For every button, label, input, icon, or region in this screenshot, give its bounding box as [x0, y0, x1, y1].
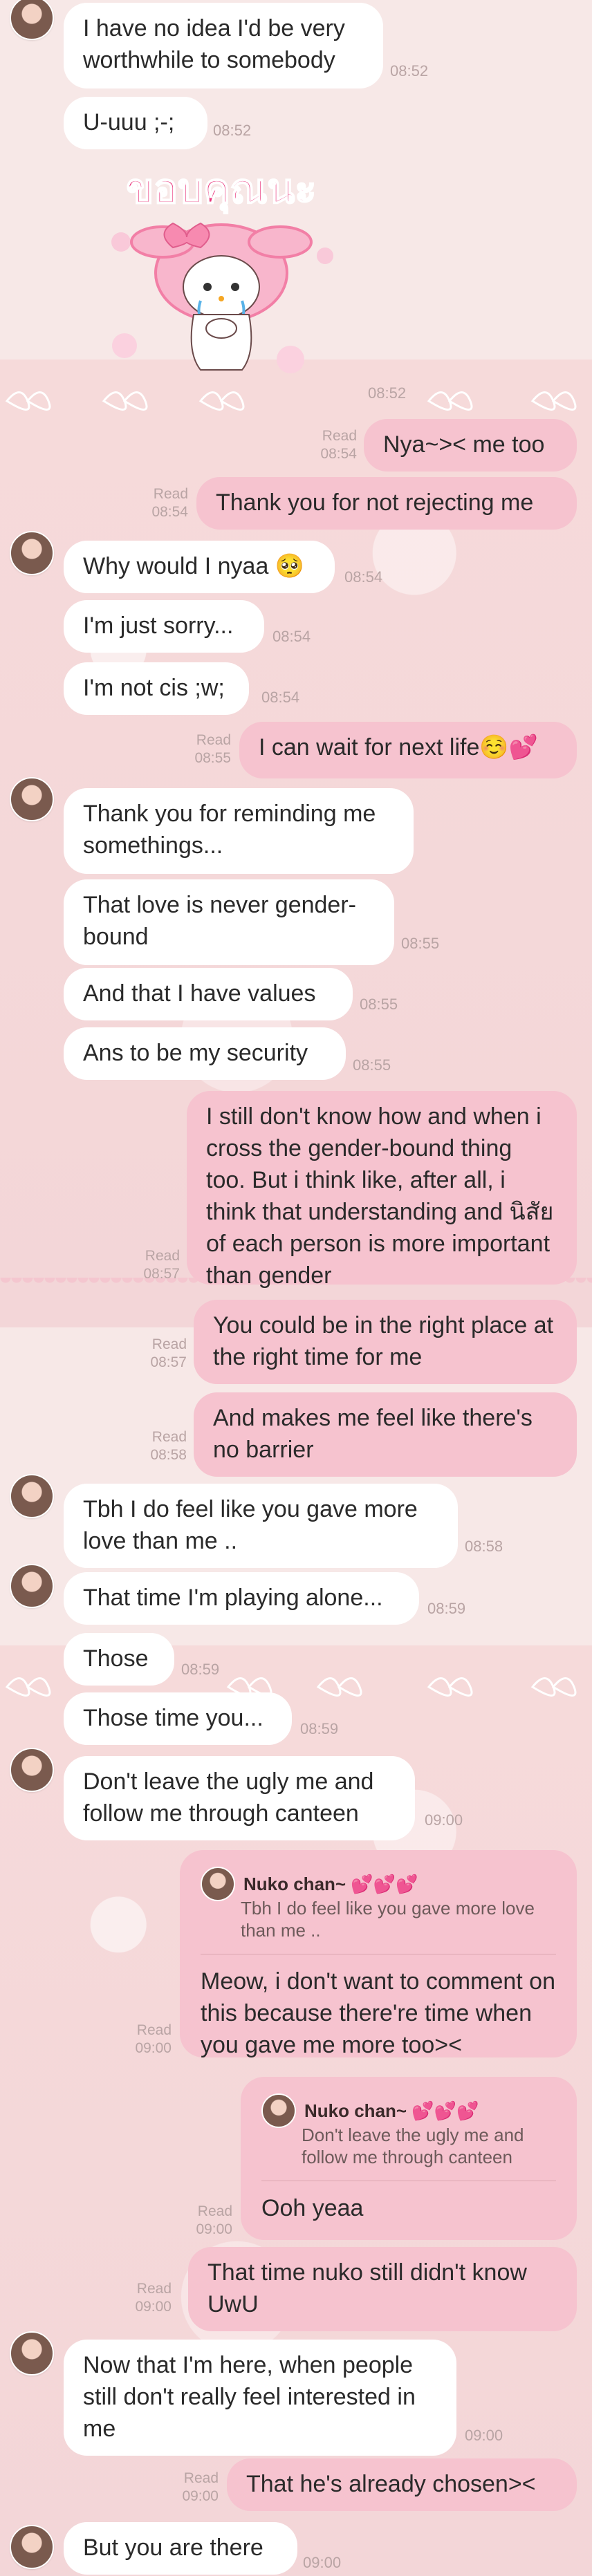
read-receipt: Read 09:00: [196, 2203, 232, 2237]
message-time: 08:59: [427, 1600, 466, 1617]
quoted-text: Don't leave the ugly me and follow me th…: [302, 2125, 524, 2167]
message-time: 08:58: [465, 1538, 503, 1555]
read-receipt: Read 09:00: [135, 2281, 172, 2315]
message-bubble[interactable]: Nya~>< me too: [364, 419, 577, 472]
message-time: 08:54: [261, 689, 300, 706]
message-bubble[interactable]: I still don't know how and when i cross …: [187, 1091, 577, 1289]
message-time: 09:00: [303, 2554, 342, 2571]
reply-message-bubble[interactable]: Nuko chan~ 💕💕💕 Don't leave the ugly me a…: [241, 2077, 577, 2240]
message-bubble[interactable]: That love is never gender-bound: [64, 879, 394, 965]
read-receipt: Read 08:58: [150, 1429, 187, 1463]
message-time: 08:52: [213, 122, 252, 139]
message-bubble[interactable]: That he's already chosen><: [227, 2458, 577, 2511]
read-receipt: Read 09:00: [182, 2470, 219, 2504]
message-bubble[interactable]: Thank you for reminding me somethings...: [64, 788, 414, 874]
read-receipt: Read 08:57: [150, 1336, 187, 1370]
avatar[interactable]: [10, 2525, 54, 2569]
message-bubble[interactable]: Don't leave the ugly me and follow me th…: [64, 1756, 415, 1840]
message-text: Now that I'm here, when people still don…: [83, 2352, 416, 2442]
message-text: That he's already chosen><: [246, 2471, 536, 2497]
avatar[interactable]: [10, 531, 54, 575]
avatar[interactable]: [10, 777, 54, 821]
message-time: 08:59: [300, 1720, 339, 1737]
message-time: 08:54: [272, 628, 311, 645]
quoted-sender-name: Nuko chan~ 💕💕💕: [243, 1873, 418, 1894]
message-time: 08:59: [181, 1661, 220, 1678]
message-text: You could be in the right place at the r…: [213, 1312, 554, 1370]
message-text: Ooh yeaa: [261, 2195, 364, 2221]
read-receipt: Read 08:54: [320, 428, 357, 462]
read-receipt: Read 09:00: [135, 2022, 172, 2056]
read-receipt: Read 08:57: [143, 1248, 180, 1282]
message-bubble[interactable]: And makes me feel like there's no barrie…: [194, 1392, 577, 1477]
message-text: Don't leave the ugly me and follow me th…: [83, 1768, 374, 1827]
message-text: Why would I nyaa 🥺: [83, 553, 305, 579]
message-bubble[interactable]: And that I have values: [64, 968, 353, 1020]
message-text: Nya~>< me too: [383, 431, 545, 458]
message-time: 08:55: [360, 996, 398, 1013]
message-bubble[interactable]: Those: [64, 1633, 174, 1686]
message-bubble[interactable]: Ans to be my security: [64, 1027, 346, 1080]
message-bubble[interactable]: Tbh I do feel like you gave more love th…: [64, 1484, 458, 1568]
message-text: I have no idea I'd be very worthwhile to…: [83, 15, 345, 73]
message-time: 09:00: [425, 1811, 463, 1829]
message-time: 08:52: [390, 62, 429, 80]
avatar[interactable]: [10, 2331, 54, 2376]
reply-quote-header: Nuko chan~ 💕💕💕: [201, 1867, 556, 1901]
message-text: Thank you for reminding me somethings...: [83, 801, 376, 859]
message-text: But you are there: [83, 2535, 263, 2561]
quoted-sender-name: Nuko chan~ 💕💕💕: [304, 2100, 479, 2121]
message-time: 08:55: [353, 1056, 391, 1074]
message-text: And that I have values: [83, 980, 316, 1007]
message-time: 08:54: [344, 568, 383, 586]
message-bubble[interactable]: You could be in the right place at the r…: [194, 1300, 577, 1384]
message-text: That time I'm playing alone...: [83, 1585, 383, 1611]
message-text: Tbh I do feel like you gave more love th…: [83, 1496, 418, 1554]
read-receipt: Read 08:55: [194, 732, 231, 766]
message-text: U-uuu ;-;: [83, 109, 175, 136]
message-text: Meow, i don't want to comment on this be…: [201, 1968, 555, 2058]
message-text: Those: [83, 1645, 149, 1672]
avatar[interactable]: [10, 1564, 54, 1608]
reply-message-bubble[interactable]: Nuko chan~ 💕💕💕 Tbh I do feel like you ga…: [180, 1850, 577, 2058]
message-bubble[interactable]: Those time you...: [64, 1692, 292, 1745]
message-bubble[interactable]: But you are there: [64, 2522, 297, 2575]
sticker-my-melody[interactable]: ขอบคุณนะ: [97, 138, 346, 401]
read-receipt: Read 08:54: [151, 486, 188, 520]
quoted-avatar: [261, 2093, 296, 2128]
message-time: 08:52: [368, 384, 407, 402]
message-text: I still don't know how and when i cross …: [206, 1103, 554, 1289]
message-bubble[interactable]: Thank you for not rejecting me: [196, 477, 577, 530]
quoted-text: Tbh I do feel like you gave more love th…: [241, 1898, 535, 1941]
message-text: And makes me feel like there's no barrie…: [213, 1405, 533, 1463]
message-bubble[interactable]: That time I'm playing alone...: [64, 1572, 419, 1625]
reply-quote-header: Nuko chan~ 💕💕💕: [261, 2093, 556, 2128]
avatar[interactable]: [10, 1748, 54, 1792]
message-text: I'm just sorry...: [83, 613, 234, 639]
message-bubble[interactable]: Now that I'm here, when people still don…: [64, 2340, 456, 2456]
message-bubble[interactable]: I can wait for next life☺️💕: [239, 722, 577, 778]
avatar[interactable]: [10, 1474, 54, 1518]
quoted-avatar: [201, 1867, 235, 1901]
sticker-caption: ขอบคุณนะ: [126, 165, 317, 213]
message-time: 08:55: [401, 935, 440, 952]
message-time: 09:00: [465, 2427, 503, 2444]
message-text: I can wait for next life☺️💕: [259, 734, 539, 760]
message-bubble[interactable]: I have no idea I'd be very worthwhile to…: [64, 3, 383, 88]
message-bubble[interactable]: I'm not cis ;w;: [64, 662, 249, 715]
message-text: Ans to be my security: [83, 1040, 308, 1066]
message-text: Those time you...: [83, 1705, 263, 1731]
message-text: That time nuko still didn't know UwU: [207, 2259, 527, 2317]
message-text: Thank you for not rejecting me: [216, 489, 534, 516]
message-text: That love is never gender-bound: [83, 892, 356, 950]
message-bubble[interactable]: I'm just sorry...: [64, 600, 264, 653]
message-text: I'm not cis ;w;: [83, 675, 225, 701]
message-bubble[interactable]: Why would I nyaa 🥺: [64, 541, 335, 593]
message-bubble[interactable]: That time nuko still didn't know UwU: [188, 2247, 577, 2331]
